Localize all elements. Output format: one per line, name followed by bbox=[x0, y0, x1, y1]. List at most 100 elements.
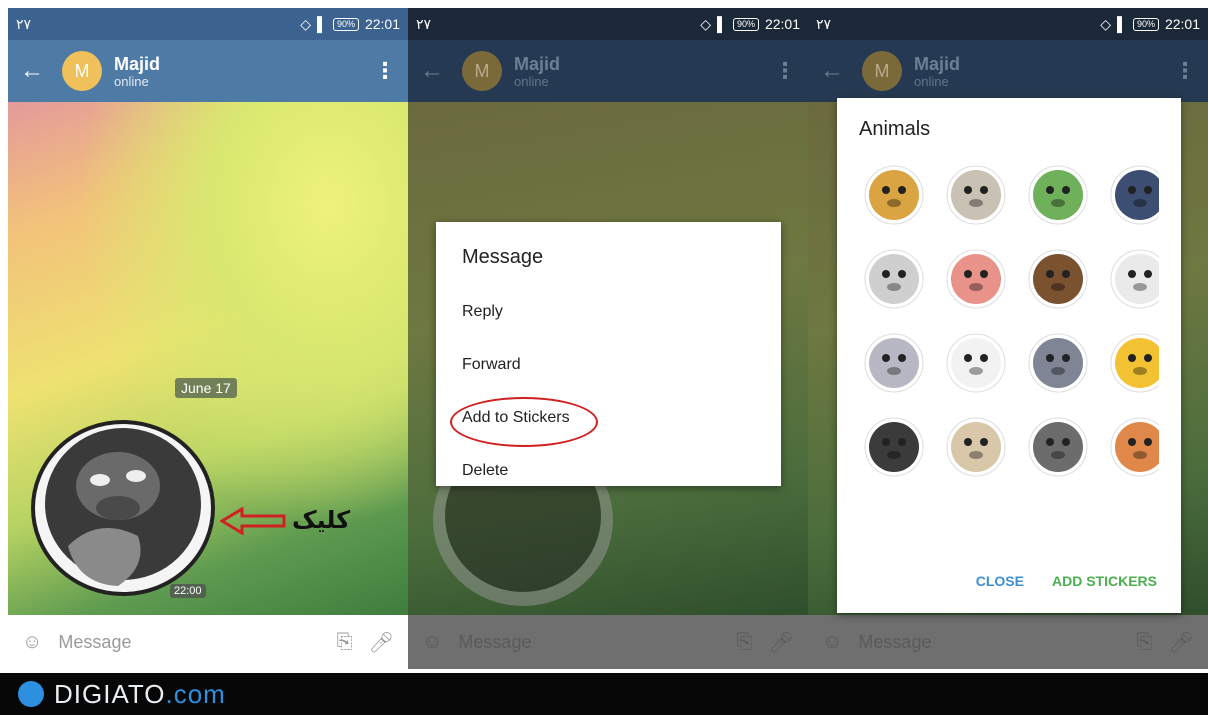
watermark-bar: DIGIATO.com bbox=[0, 673, 1208, 715]
sticker-image bbox=[1110, 417, 1159, 477]
message-input-bar: ☺ Message ⎘ 🎤︎ bbox=[408, 615, 808, 669]
click-annotation: کلیک bbox=[220, 506, 350, 535]
smile-icon: ☺ bbox=[422, 630, 443, 653]
microphone-icon: 🎤︎ bbox=[1168, 631, 1194, 654]
sticker-sticker-17[interactable] bbox=[859, 489, 929, 497]
paperclip-icon[interactable]: ⎘ bbox=[337, 631, 353, 654]
menu-item-delete[interactable]: Delete bbox=[462, 444, 755, 497]
date-separator: June 17 bbox=[175, 378, 237, 398]
microphone-icon[interactable]: 🎤︎ bbox=[369, 630, 394, 655]
chat-title[interactable]: Majid online bbox=[114, 54, 160, 89]
sticker-image bbox=[946, 417, 1006, 477]
chat-header: ← M Majid online ⋮ bbox=[8, 40, 408, 102]
message-input: Message bbox=[458, 631, 532, 652]
sticker-cat[interactable] bbox=[941, 405, 1011, 489]
chat-title: Majid online bbox=[514, 54, 560, 89]
back-arrow-icon: ← bbox=[820, 57, 844, 84]
message-time: 22:00 bbox=[170, 584, 206, 598]
wifi-icon: ◇ bbox=[1100, 15, 1112, 32]
sticker-image bbox=[946, 165, 1006, 225]
sticker-chick[interactable] bbox=[1105, 321, 1159, 405]
chat-status: online bbox=[114, 73, 149, 89]
chat-status: online bbox=[514, 73, 549, 89]
sticker-hamster[interactable] bbox=[1105, 405, 1159, 489]
dialog-actions: CLOSE ADD STICKERS bbox=[976, 573, 1157, 589]
dialog-title: Message bbox=[462, 246, 544, 268]
carrier-label: ۲۷ bbox=[816, 15, 832, 32]
sticker-rat[interactable] bbox=[1023, 321, 1093, 405]
gorilla-sticker-message[interactable] bbox=[28, 416, 218, 596]
battery-indicator: 90% bbox=[732, 17, 759, 31]
status-bar: ۲۷ ◇ ▌ 90% 22:01 bbox=[408, 8, 808, 40]
screen-chat: ۲۷ ◇ ▌ 90% 22:01 ← M Majid online ⋮ June… bbox=[8, 8, 408, 669]
battery-indicator: 90% bbox=[1132, 17, 1159, 31]
status-time: 22:01 bbox=[364, 16, 400, 32]
back-arrow-icon: ← bbox=[420, 57, 444, 84]
battery-indicator: 90% bbox=[332, 17, 359, 31]
sticker-image bbox=[1110, 165, 1159, 225]
sticker-set-title: Animals bbox=[859, 118, 931, 140]
message-context-dialog: Message Reply Forward Add to Stickers De… bbox=[436, 222, 781, 486]
avatar[interactable]: M bbox=[62, 51, 102, 91]
back-arrow-icon[interactable]: ← bbox=[20, 57, 62, 85]
close-button[interactable]: CLOSE bbox=[976, 573, 1024, 589]
signal-icon: ▌ bbox=[317, 16, 327, 32]
smile-icon: ☺ bbox=[822, 630, 843, 653]
sticker-image bbox=[946, 333, 1006, 393]
menu-item-add-to-stickers[interactable]: Add to Stickers bbox=[450, 391, 755, 447]
more-vertical-icon: ⋮ bbox=[1174, 58, 1196, 83]
sticker-image bbox=[1028, 417, 1088, 477]
sticker-grumpy-cat[interactable] bbox=[941, 153, 1011, 237]
carrier-label: ۲۷ bbox=[16, 15, 32, 32]
digiato-logo-icon bbox=[18, 681, 44, 707]
signal-icon: ▌ bbox=[717, 16, 727, 32]
menu-item-reply[interactable]: Reply bbox=[462, 285, 755, 338]
sticker-raccoon[interactable] bbox=[1023, 405, 1093, 489]
paperclip-icon: ⎘ bbox=[736, 630, 753, 653]
status-time: 22:01 bbox=[764, 16, 800, 32]
sticker-image bbox=[864, 333, 924, 393]
brand-name: DIGIATO bbox=[54, 678, 166, 709]
message-input-bar: ☺ Message ⎘ 🎤︎ bbox=[8, 615, 408, 669]
sticker-gorilla[interactable] bbox=[859, 405, 929, 489]
add-stickers-button[interactable]: ADD STICKERS bbox=[1052, 573, 1157, 589]
chat-header: ← M Majid online ⋮ bbox=[808, 40, 1208, 102]
sticker-pig[interactable] bbox=[941, 237, 1011, 321]
sticker-koala[interactable] bbox=[859, 237, 929, 321]
sticker-image bbox=[1110, 249, 1159, 309]
message-input: Message bbox=[858, 631, 932, 652]
wifi-icon: ◇ bbox=[700, 15, 712, 32]
sticker-panda[interactable] bbox=[941, 321, 1011, 405]
sticker-pigeon[interactable] bbox=[1105, 153, 1159, 237]
sticker-image bbox=[1028, 333, 1088, 393]
carrier-label: ۲۷ bbox=[416, 15, 432, 32]
sticker-bear[interactable] bbox=[1023, 237, 1093, 321]
status-bar: ۲۷ ◇ ▌ 90% 22:01 bbox=[8, 8, 408, 40]
sticker-sticker-20[interactable] bbox=[1105, 489, 1159, 497]
signal-icon: ▌ bbox=[1117, 16, 1127, 32]
more-vertical-icon[interactable]: ⋮ bbox=[374, 58, 396, 84]
brand-wordmark: DIGIATO.com bbox=[54, 679, 226, 710]
chat-status: online bbox=[914, 73, 949, 89]
chat-name: Majid bbox=[114, 53, 161, 74]
message-input[interactable]: Message bbox=[58, 632, 320, 653]
arrow-left-outline-icon bbox=[220, 506, 286, 535]
sticker-image bbox=[1110, 333, 1159, 393]
avatar: M bbox=[862, 51, 902, 91]
sticker-sticker-19[interactable] bbox=[1023, 489, 1093, 497]
sticker-frog[interactable] bbox=[1023, 153, 1093, 237]
sticker-doge[interactable] bbox=[859, 153, 929, 237]
sticker-sticker-18[interactable] bbox=[941, 489, 1011, 497]
sticker-elephant[interactable] bbox=[859, 321, 929, 405]
highlight-circle bbox=[450, 397, 598, 447]
smile-icon[interactable]: ☺ bbox=[22, 631, 42, 654]
menu-item-forward[interactable]: Forward bbox=[462, 338, 755, 391]
sticker-image bbox=[864, 165, 924, 225]
chat-name: Majid bbox=[914, 53, 961, 74]
annotation-label: کلیک bbox=[292, 507, 351, 534]
wifi-icon: ◇ bbox=[300, 15, 312, 32]
sticker-goat[interactable] bbox=[1105, 237, 1159, 321]
status-time: 22:01 bbox=[1164, 16, 1200, 32]
sticker-image bbox=[864, 249, 924, 309]
brand-suffix: .com bbox=[165, 678, 226, 709]
